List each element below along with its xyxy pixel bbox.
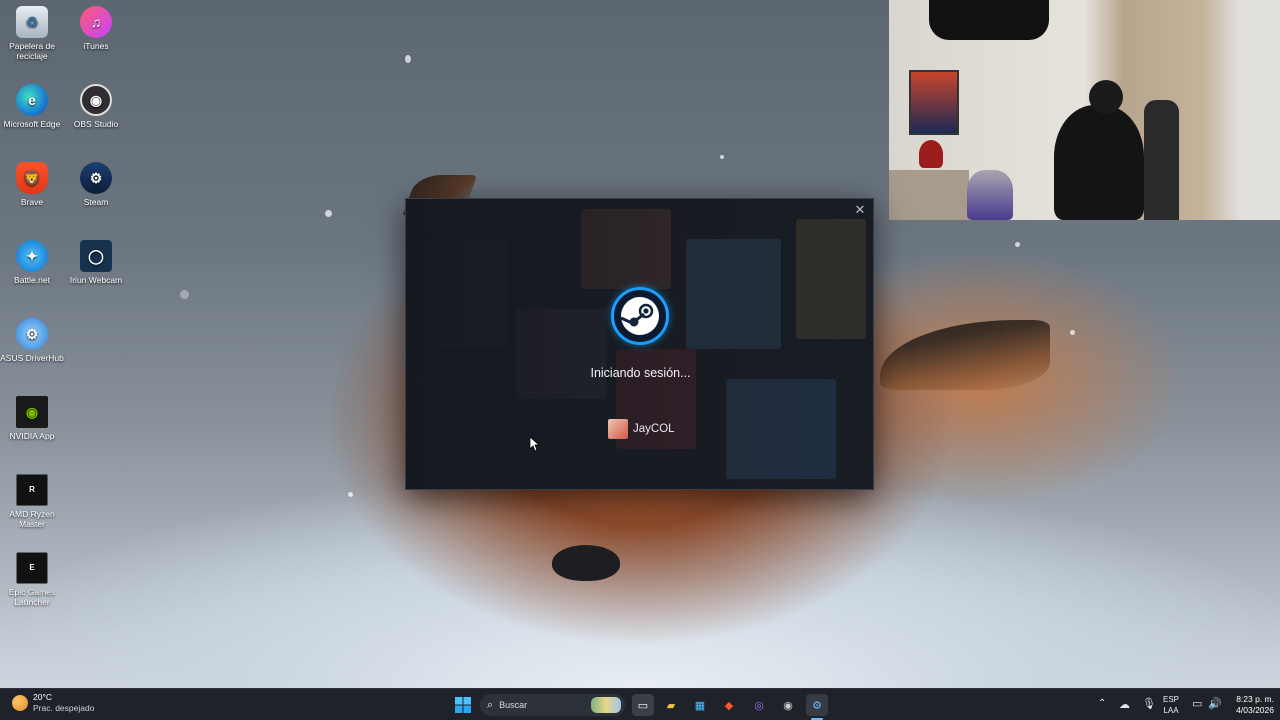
snowflake [1070, 330, 1075, 335]
desktop-icon-label: OBS Studio [73, 119, 119, 129]
start-button[interactable] [452, 694, 474, 716]
desktop-icon-itunes[interactable]: ♫ iTunes [64, 6, 128, 51]
steam-logo-glyph [620, 297, 659, 335]
brave-taskbar-icon[interactable]: ◆ [718, 694, 740, 716]
weather-widget[interactable]: 20°C Prac. despejado [12, 692, 94, 714]
language-code: ESP [1163, 695, 1180, 704]
webcam-microphone [967, 170, 1013, 220]
desktop-icon-label: Iriun Webcam [69, 275, 123, 285]
weather-temperature: 20°C [33, 692, 52, 702]
show-hidden-icons-chevron-icon[interactable]: ⌃ [1098, 698, 1106, 709]
file-explorer-icon[interactable]: ▰ [660, 694, 682, 716]
snowflake [405, 55, 411, 63]
clock-date: 4/03/2026 [1236, 705, 1274, 715]
snowflake [348, 492, 353, 497]
brave-icon: 🦁 [16, 162, 48, 194]
snowflake [1015, 242, 1020, 247]
edge-icon: e [16, 84, 48, 116]
snowflake [325, 210, 332, 217]
desktop-icon-iriun[interactable]: ◯ Iriun Webcam [64, 240, 128, 285]
search-placeholder: Buscar [499, 700, 528, 710]
clock[interactable]: 8:23 p. m. 4/03/2026 [1226, 694, 1274, 716]
desktop-icon-label: Battle.net [14, 275, 50, 285]
desktop-icon-obs[interactable]: ◉ OBS Studio [64, 84, 128, 129]
mouse-cursor-icon [530, 437, 540, 452]
epic-games-icon: E [16, 552, 48, 584]
amd-ryzen-master-icon: R [16, 474, 48, 506]
taskbar-search-box[interactable]: ⌕ Buscar [480, 694, 625, 716]
steam-login-dialog: ✕ Iniciando sesión... JayCOL [405, 198, 874, 490]
desktop-icon-brave[interactable]: 🦁 Brave [0, 162, 64, 207]
microphone-icon[interactable]: 🎙 [1142, 697, 1156, 710]
desktop-icon-label: NVIDIA App [9, 431, 55, 441]
desktop-icon-asus[interactable]: ⚙ ASUS DriverHub [0, 318, 64, 363]
itunes-icon: ♫ [80, 6, 112, 38]
snowflake [720, 155, 724, 159]
language-indicator[interactable]: ESP LAA [1163, 694, 1179, 716]
webcam-chair [1144, 100, 1179, 220]
search-highlight-icon [591, 697, 621, 713]
avatar [608, 419, 628, 439]
desktop-icon-label: Microsoft Edge [3, 119, 61, 129]
username: JayCOL [633, 423, 675, 435]
desktop-icon-recycle-bin[interactable]: ♻ Papelera de reciclaje [0, 6, 64, 61]
fox-ear-right [880, 320, 1050, 390]
asus-driverhub-icon: ⚙ [16, 318, 48, 350]
task-view-icon[interactable]: ▭ [632, 694, 654, 716]
desktop-icon-label: Steam [83, 197, 109, 207]
desktop-icon-label: Papelera de reciclaje [9, 41, 55, 61]
desktop-icon-battlenet[interactable]: ✦ Battle.net [0, 240, 64, 285]
search-icon: ⌕ [487, 698, 494, 711]
desktop-icon-nvidia[interactable]: ◉ NVIDIA App [0, 396, 64, 441]
taskbar: 20°C Prac. despejado ⌕ Buscar ▭ ▰ ▦ ◆ ◎ … [0, 688, 1280, 720]
webcam-person-head [1089, 80, 1123, 114]
battlenet-icon: ✦ [16, 240, 48, 272]
clock-time: 8:23 p. m. [1236, 694, 1274, 704]
volume-icon[interactable]: 🔊 [1208, 697, 1222, 710]
desktop-icon-label: Epic Games Launcher [8, 587, 56, 607]
steam-logo-icon [611, 287, 669, 345]
webcam-person [1054, 105, 1144, 220]
webcam-poster [909, 70, 959, 135]
fox-nose [552, 545, 620, 581]
close-icon[interactable]: ✕ [852, 202, 868, 218]
microsoft-store-icon[interactable]: ▦ [689, 694, 711, 716]
user-account-chip: JayCOL [608, 419, 675, 439]
obs-taskbar-icon[interactable]: ◉ [777, 694, 799, 716]
windows-logo-icon [455, 697, 471, 713]
desktop-icon-label: iTunes [83, 41, 109, 51]
webcam-overlay [889, 0, 1280, 220]
network-icon[interactable]: ▭ [1192, 697, 1202, 710]
desktop-icon-amd[interactable]: R AMD Ryzen Master [0, 474, 64, 529]
recycle-bin-icon: ♻ [16, 6, 48, 38]
cortana-app-icon[interactable]: ◎ [748, 694, 770, 716]
onedrive-cloud-icon[interactable]: ☁ [1119, 698, 1130, 711]
desktop-icon-label: AMD Ryzen Master [9, 509, 55, 529]
desktop-icon-steam[interactable]: ⚙ Steam [64, 162, 128, 207]
nvidia-icon: ◉ [16, 396, 48, 428]
obs-icon: ◉ [80, 84, 112, 116]
webcam-desk [889, 170, 969, 220]
weather-moon-icon [12, 695, 28, 711]
weather-description: Prac. despejado [33, 703, 95, 713]
steam-icon: ⚙ [80, 162, 112, 194]
snowflake [180, 290, 189, 299]
desktop-icon-label: ASUS DriverHub [0, 353, 64, 363]
webcam-figure [919, 140, 943, 168]
desktop-icon-label: Brave [20, 197, 44, 207]
webcam-hanging-clothes [929, 0, 1049, 40]
iriun-webcam-icon: ◯ [80, 240, 112, 272]
desktop-icon-edge[interactable]: e Microsoft Edge [0, 84, 64, 129]
login-status-text: Iniciando sesión... [590, 366, 691, 380]
steam-taskbar-icon[interactable]: ⚙ [806, 694, 828, 716]
desktop-icon-epic[interactable]: E Epic Games Launcher [0, 552, 64, 607]
language-layout: LAA [1163, 706, 1179, 715]
